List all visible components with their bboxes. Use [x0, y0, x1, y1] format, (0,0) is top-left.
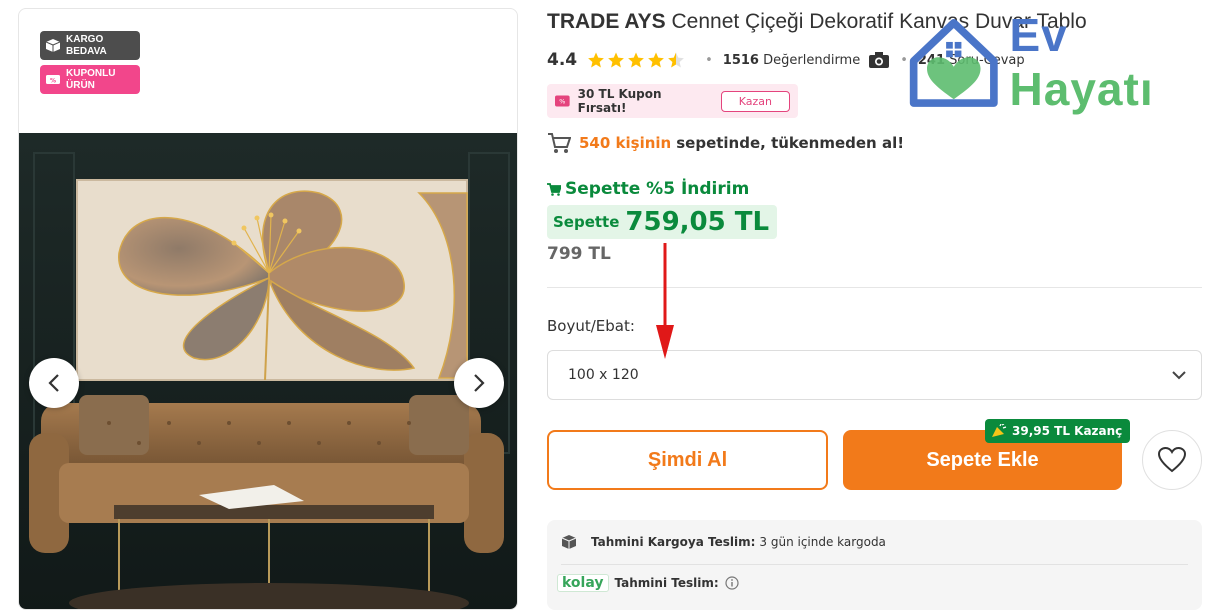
original-price: 799 TL: [547, 244, 611, 264]
kolay-logo: kolay: [557, 574, 609, 592]
badge-stack: KARGO BEDAVA % KUPONLU ÜRÜN: [40, 31, 140, 94]
product-gallery: KARGO BEDAVA % KUPONLU ÜRÜN: [18, 8, 518, 610]
info-icon[interactable]: [725, 576, 739, 590]
cart-small-icon: [547, 182, 561, 196]
free-shipping-label: KARGO BEDAVA: [66, 33, 107, 57]
delivery-label: Tahmini Teslim:: [614, 576, 719, 590]
price-value: 759,05 TL: [625, 207, 770, 237]
cargo-estimate: Tahmini Kargoya Teslim: 3 gün içinde kar…: [561, 534, 886, 550]
shopping-cart-icon: [548, 133, 571, 153]
basket-count: 540 kişinin: [579, 134, 672, 152]
box-icon: [46, 39, 60, 52]
star-icon: [628, 52, 644, 68]
star-icon: [588, 52, 604, 68]
annotation-arrow-icon: [656, 243, 674, 359]
coupon-banner: % 30 TL Kupon Fırsatı! Kazan: [547, 84, 798, 118]
coupon-ticket-icon: %: [555, 95, 570, 107]
star-icon: [608, 52, 624, 68]
coupon-product-label: KUPONLU ÜRÜN: [66, 67, 116, 91]
cargo-label: Tahmini Kargoya Teslim:: [591, 535, 756, 549]
house-heart-logo-icon: [909, 19, 998, 107]
basket-social-proof: 540 kişinin sepetinde, tükenmeden al!: [547, 132, 904, 154]
divider: [547, 287, 1202, 288]
rating-stars: [587, 51, 685, 69]
delivery-divider: [561, 564, 1188, 565]
svg-text:%: %: [559, 98, 565, 106]
ev-hayati-watermark: Ev Hayatı: [906, 9, 1216, 115]
price-label: Sepette: [553, 213, 620, 231]
coupon-product-badge: % KUPONLU ÜRÜN: [40, 65, 140, 94]
size-selected-value: 100 x 120: [568, 367, 639, 383]
star-half-icon: [668, 52, 684, 68]
logo-ev: Ev: [1009, 9, 1068, 61]
earn-badge: 39,95 TL Kazanç: [985, 419, 1131, 443]
product-image[interactable]: [19, 133, 517, 610]
chevron-left-icon: [48, 374, 59, 392]
size-select[interactable]: 100 x 120: [547, 350, 1202, 400]
delivery-info: Tahmini Kargoya Teslim: 3 gün içinde kar…: [547, 520, 1202, 610]
earn-badge-text: 39,95 TL Kazanç: [1012, 424, 1123, 438]
buy-now-button[interactable]: Şimdi Al: [547, 430, 828, 490]
package-icon: [561, 535, 577, 549]
delivery-estimate: kolay Tahmini Teslim:: [557, 574, 739, 592]
coupon-icon: %: [46, 75, 60, 85]
logo-hayati: Hayatı: [1009, 63, 1154, 115]
prev-image-button[interactable]: [29, 358, 79, 408]
separator-dot: •: [705, 52, 713, 68]
rating-value: 4.4: [547, 50, 578, 70]
star-icon: [648, 52, 664, 68]
logo-text: Ev Hayatı: [1010, 8, 1216, 116]
product-brand[interactable]: TRADE AYS: [547, 10, 666, 33]
claim-coupon-button[interactable]: Kazan: [720, 90, 790, 112]
size-label: Boyut/Ebat:: [547, 317, 635, 335]
free-shipping-badge: KARGO BEDAVA: [40, 31, 140, 60]
favorite-button[interactable]: [1142, 430, 1202, 490]
next-image-button[interactable]: [454, 358, 504, 408]
review-count-link[interactable]: 1516 Değerlendirme: [723, 53, 860, 68]
review-label: Değerlendirme: [763, 52, 861, 68]
basket-price-box: Sepette 759,05 TL: [547, 205, 778, 239]
basket-text: sepetinde, tükenmeden al!: [676, 134, 905, 152]
coupon-text: 30 TL Kupon Fırsatı!: [577, 87, 662, 115]
party-popper-icon: [992, 424, 1007, 437]
review-count: 1516: [722, 52, 759, 68]
svg-text:%: %: [50, 78, 56, 85]
chevron-right-icon: [474, 374, 485, 392]
discount-text: Sepette %5 İndirim: [565, 179, 750, 199]
camera-icon[interactable]: [868, 51, 890, 69]
cargo-value: 3 gün içinde kargoda: [759, 535, 886, 549]
basket-discount: Sepette %5 İndirim: [547, 179, 749, 199]
chevron-down-icon: [1172, 371, 1186, 380]
heart-icon: [1158, 447, 1186, 473]
